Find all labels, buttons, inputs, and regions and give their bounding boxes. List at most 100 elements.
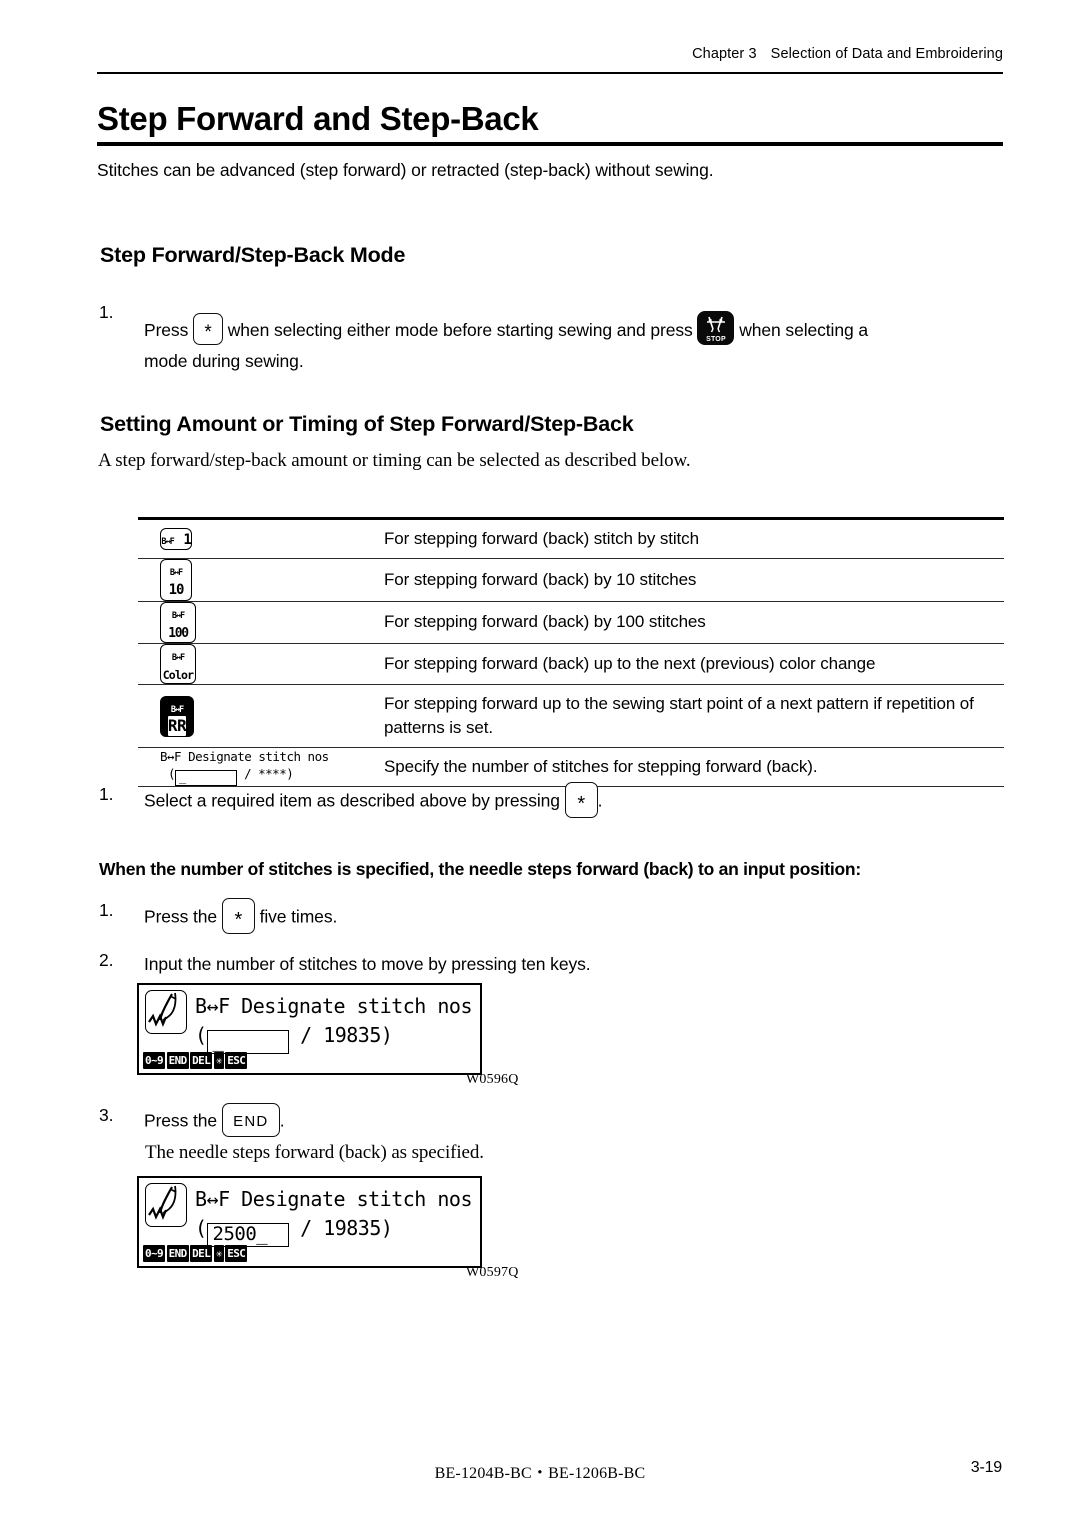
- table-cell-icon: B↔F Color: [138, 643, 384, 684]
- page-title: Step Forward and Step-Back: [97, 100, 539, 137]
- step-result-text: The needle steps forward (back) as speci…: [145, 1142, 484, 1163]
- lcd-total-stitches: 19835): [323, 1216, 393, 1240]
- table-cell-icon: B↔F RR: [138, 695, 384, 737]
- softkey-end[interactable]: END: [166, 1245, 189, 1262]
- bf-icon-label: B↔F: [171, 652, 185, 663]
- document-page: Chapter 3 Selection of Data and Embroider…: [0, 0, 1080, 1528]
- step-press-star-five-times: 1. Press the * five times.: [99, 898, 979, 936]
- options-table: B↔F 1 For stepping forward (back) stitch…: [138, 517, 1004, 788]
- softkey-del[interactable]: DEL: [190, 1052, 213, 1069]
- step-number: 3.: [99, 1105, 114, 1125]
- table-cell-icon: B↔F 1: [138, 527, 384, 551]
- softkey-esc[interactable]: ESC: [225, 1052, 248, 1069]
- end-key[interactable]: END: [221, 1103, 280, 1137]
- bf-step-10-icon[interactable]: B↔F 10: [160, 559, 192, 601]
- softkey-star[interactable]: ✳: [213, 1052, 224, 1069]
- lcd-input-field[interactable]: _: [206, 1030, 289, 1054]
- step-number: 1.: [99, 302, 114, 322]
- mini-lcd-line1: B↔F Designate stitch nos: [160, 748, 329, 764]
- table-cell-description: For stepping forward (back) up to the ne…: [384, 653, 876, 673]
- step-text-before: Press the: [144, 1110, 218, 1131]
- star-key[interactable]: *: [564, 782, 598, 818]
- step-text-before: Press the: [144, 906, 218, 927]
- table-cell-description: Specify the number of stitches for stepp…: [384, 757, 818, 777]
- bold-note: When the number of stitches is specified…: [99, 859, 861, 879]
- table-cell-description: For stepping forward (back) by 10 stitch…: [384, 569, 697, 589]
- bf-step-1-icon[interactable]: B↔F 1: [160, 527, 192, 551]
- lcd-display-filled: B↔F Designate stitch nos (2500_ / 19835)…: [137, 1176, 482, 1268]
- step-number: 2.: [99, 950, 114, 970]
- table-cell-icon: B↔F Designate stitch nos (_ / ****): [138, 749, 384, 786]
- step-number: 1.: [99, 900, 114, 920]
- lcd-line1: B↔F Designate stitch nos: [195, 994, 472, 1018]
- lcd-line2: (2500_ / 19835): [195, 1216, 393, 1247]
- softkey-esc[interactable]: ESC: [225, 1245, 248, 1262]
- header-chapter: Chapter 3: [692, 46, 757, 62]
- bf-icon-label: B↔F: [170, 703, 184, 715]
- table-row: B↔F Color For stepping forward (back) up…: [138, 643, 1004, 685]
- stop-key-label: STOP: [706, 336, 726, 343]
- figure-label: W0596Q: [466, 1072, 519, 1087]
- needle-stitch-icon: [145, 1183, 187, 1227]
- table-row: B↔F 100 For stepping forward (back) by 1…: [138, 601, 1004, 644]
- lcd-separator: /: [300, 1023, 312, 1047]
- bf-icon-value: 100: [168, 625, 189, 641]
- star-key[interactable]: *: [193, 313, 223, 346]
- bf-icon-value: 1: [183, 531, 191, 548]
- mini-lcd-separator: /: [244, 765, 252, 781]
- setting-lead-paragraph: A step forward/step-back amount or timin…: [98, 450, 691, 471]
- step-press-end: 3. Press the END.: [99, 1103, 979, 1139]
- lcd-display-empty: B↔F Designate stitch nos (_ / 19835) 0~9…: [137, 983, 482, 1075]
- lcd-line2: (_ / 19835): [195, 1023, 393, 1054]
- step-text: Input the number of stitches to move by …: [144, 954, 591, 974]
- table-row: B↔F 1 For stepping forward (back) stitch…: [138, 520, 1004, 560]
- mini-lcd-total: ****): [258, 765, 294, 781]
- lcd-line1: B↔F Designate stitch nos: [195, 1187, 472, 1211]
- lcd-separator: /: [300, 1216, 312, 1240]
- designate-stitch-nos-display[interactable]: B↔F Designate stitch nos (_ / ****): [160, 749, 329, 786]
- table-cell-description: For stepping forward (back) stitch by st…: [384, 529, 699, 548]
- needle-stitch-icon: [145, 990, 187, 1034]
- lcd-input-field[interactable]: 2500_: [206, 1223, 289, 1247]
- step-text-after: .: [279, 1110, 285, 1131]
- step-input-number: 2. Input the number of stitches to move …: [99, 950, 979, 978]
- softkey-digits[interactable]: 0~9: [143, 1052, 166, 1069]
- softkey-del[interactable]: DEL: [190, 1245, 213, 1262]
- mini-lcd-paren: (: [168, 765, 176, 781]
- step-text-before: Select a required item as described abov…: [144, 790, 560, 811]
- lcd-total-stitches: 19835): [323, 1023, 393, 1047]
- page-header: Chapter 3 Selection of Data and Embroider…: [97, 46, 1003, 62]
- table-cell-icon: B↔F 100: [138, 601, 384, 643]
- bf-step-color-icon[interactable]: B↔F Color: [160, 643, 196, 684]
- table-row: B↔F RR For stepping forward up to the se…: [138, 685, 1004, 749]
- figure-label: W0597Q: [466, 1265, 519, 1280]
- step-text-after: .: [597, 790, 603, 811]
- intro-paragraph: Stitches can be advanced (step forward) …: [97, 160, 714, 180]
- bf-step-repeat-icon[interactable]: B↔F RR: [160, 695, 194, 737]
- softkey-end[interactable]: END: [166, 1052, 189, 1069]
- lcd-softkey-bar: 0~9 END DEL ✳ ESC: [143, 1052, 249, 1069]
- footer-model-numbers: BE-1204B-BC・BE-1206B-BC: [434, 1465, 646, 1482]
- header-section: Selection of Data and Embroidering: [770, 46, 1003, 62]
- lcd-softkey-bar: 0~9 END DEL ✳ ESC: [143, 1245, 249, 1262]
- footer-page-number: 3-19: [970, 1459, 1002, 1476]
- softkey-star[interactable]: ✳: [213, 1245, 224, 1262]
- step-select-item: 1. Select a required item as described a…: [99, 782, 979, 820]
- step-text-after: five times.: [259, 906, 338, 927]
- stop-key[interactable]: STOP: [697, 311, 735, 345]
- step-text-before: Press: [144, 320, 189, 340]
- softkey-digits[interactable]: 0~9: [143, 1245, 166, 1262]
- bf-icon-value: 10: [168, 582, 185, 599]
- lcd-paren-open: (: [195, 1216, 207, 1240]
- title-divider: [97, 142, 1003, 146]
- bf-icon-value: RR: [167, 715, 187, 736]
- bf-step-100-icon[interactable]: B↔F 100: [160, 601, 196, 643]
- step-text-middle: when selecting either mode before starti…: [227, 320, 693, 340]
- lcd-paren-open: (: [195, 1023, 207, 1047]
- header-divider: [97, 72, 1003, 74]
- heading-step-forward-mode: Step Forward/Step-Back Mode: [100, 243, 406, 267]
- table-cell-icon: B↔F 10: [138, 559, 384, 601]
- table-cell-description: For stepping forward up to the sewing st…: [384, 693, 974, 737]
- star-key[interactable]: *: [221, 898, 255, 934]
- bf-icon-label: B↔F: [161, 536, 174, 547]
